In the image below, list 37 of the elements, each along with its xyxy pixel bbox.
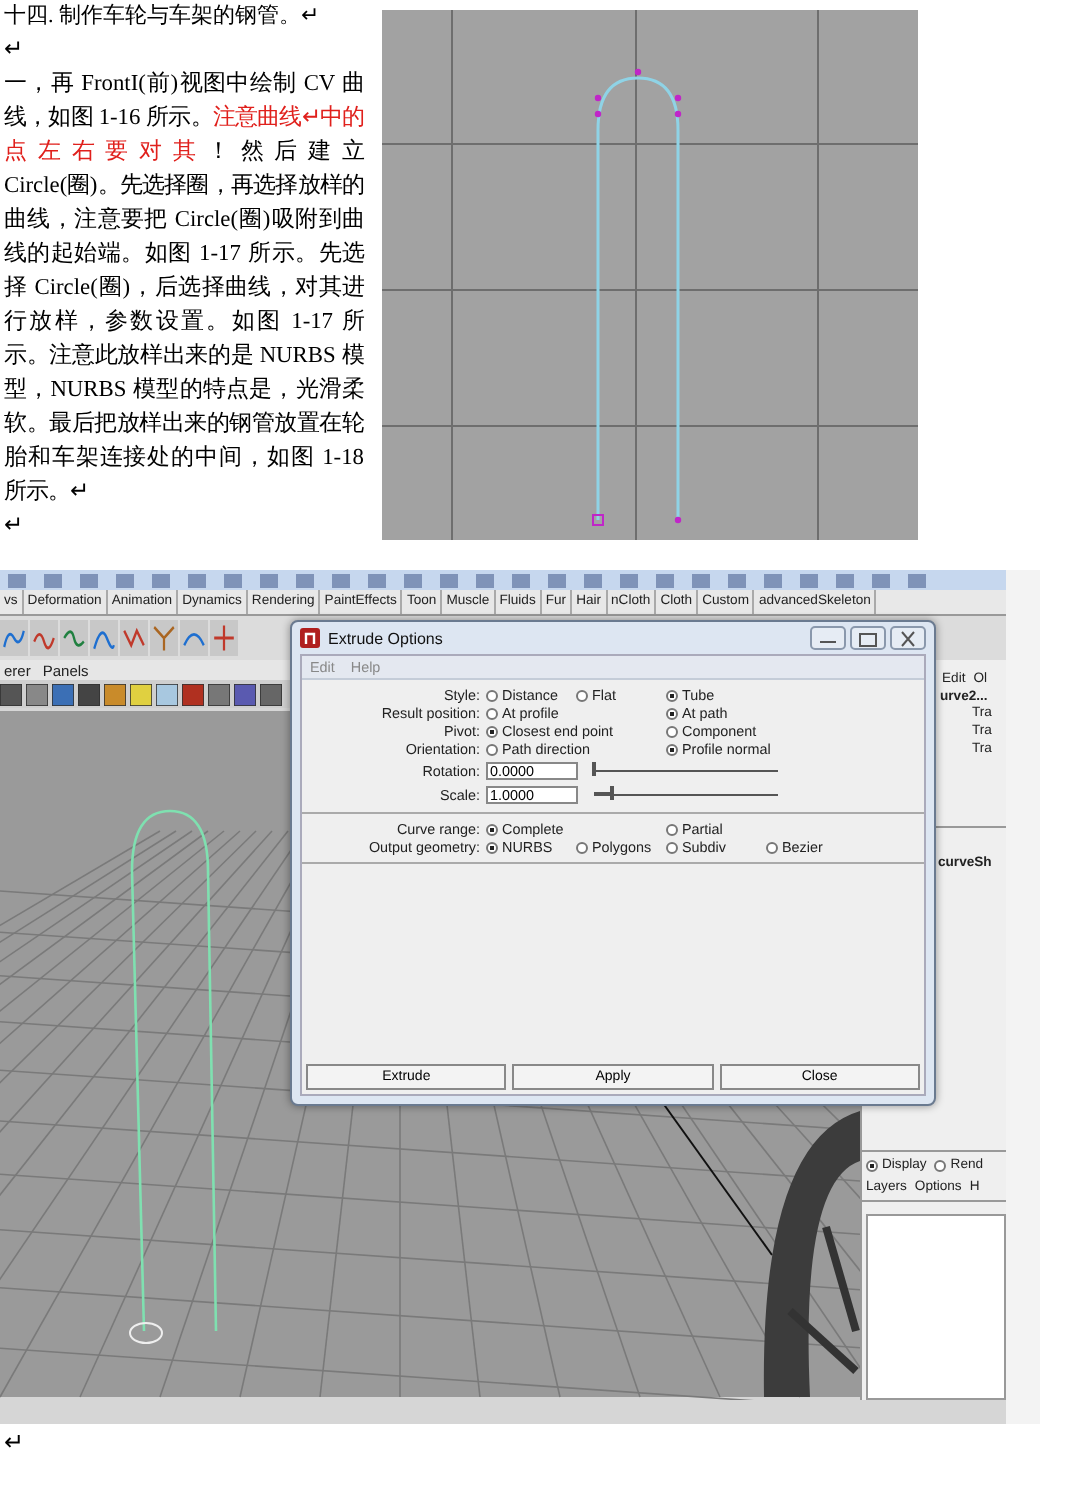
paragraph-mark: ↵ bbox=[4, 36, 24, 66]
slider-handle[interactable] bbox=[610, 785, 615, 799]
radio-button[interactable] bbox=[866, 1159, 878, 1171]
radio-button[interactable] bbox=[576, 841, 588, 853]
radio-button[interactable] bbox=[666, 689, 678, 701]
radio-button[interactable] bbox=[486, 743, 498, 755]
radio-button[interactable] bbox=[666, 841, 678, 853]
curve-tool-icon[interactable] bbox=[60, 620, 88, 656]
curve-tool-icon[interactable] bbox=[90, 620, 118, 656]
window-title: Extrude Options bbox=[328, 629, 445, 647]
radio-button[interactable] bbox=[766, 841, 778, 853]
radio-button[interactable] bbox=[666, 725, 678, 737]
radio-button[interactable] bbox=[486, 689, 498, 701]
radio-button[interactable] bbox=[576, 689, 588, 701]
minimize-icon[interactable] bbox=[810, 626, 846, 650]
radio-button[interactable] bbox=[666, 743, 678, 755]
curve-tool-icon[interactable] bbox=[210, 620, 238, 656]
maximize-icon[interactable] bbox=[850, 626, 886, 650]
radio-button[interactable] bbox=[486, 841, 498, 853]
slider-handle[interactable] bbox=[592, 761, 596, 775]
radio-button[interactable] bbox=[666, 707, 678, 719]
curve-tool-icon[interactable] bbox=[150, 620, 178, 656]
curve-tool-icon[interactable] bbox=[0, 620, 28, 656]
paragraph-mark: ↵ bbox=[4, 512, 24, 542]
radio-button[interactable] bbox=[934, 1159, 947, 1171]
radio-button[interactable] bbox=[486, 725, 498, 737]
paragraph-text: 一，再 FrontI(前)视图中绘制 CV 曲线，如图 1-16 所示。注意曲线↵中的点左右要对其！然后建立 Circle(圈)。先选择圈，再选择放样的曲线，注意要把 Circle(圈)吸附到曲线的起始端。如图 1-17 所示。先选择 Circle(圈)，后选择曲线，对其进行放样，参数设置。如图 1-17 所示。注意此放样出来的是 NURBS 模型，NURBS 模型的特点是，光滑柔软。最后把放样出来的钢管放置在轮胎和车架连接处的中间，如图 1-18 所示。↵ bbox=[4, 69, 364, 508]
app-icon bbox=[300, 628, 320, 648]
curve-tool-icon[interactable] bbox=[120, 620, 148, 656]
radio-button[interactable] bbox=[666, 823, 678, 835]
section-heading: 十四. 制作车轮与车架的钢管。↵ bbox=[4, 1, 321, 32]
curve-tool-icon[interactable] bbox=[30, 620, 58, 656]
radio-button[interactable] bbox=[486, 707, 498, 719]
close-icon[interactable] bbox=[890, 626, 926, 650]
curve-tool-icon[interactable] bbox=[180, 620, 208, 656]
radio-button[interactable] bbox=[486, 823, 498, 835]
paragraph-mark: ↵ bbox=[4, 1428, 24, 1456]
